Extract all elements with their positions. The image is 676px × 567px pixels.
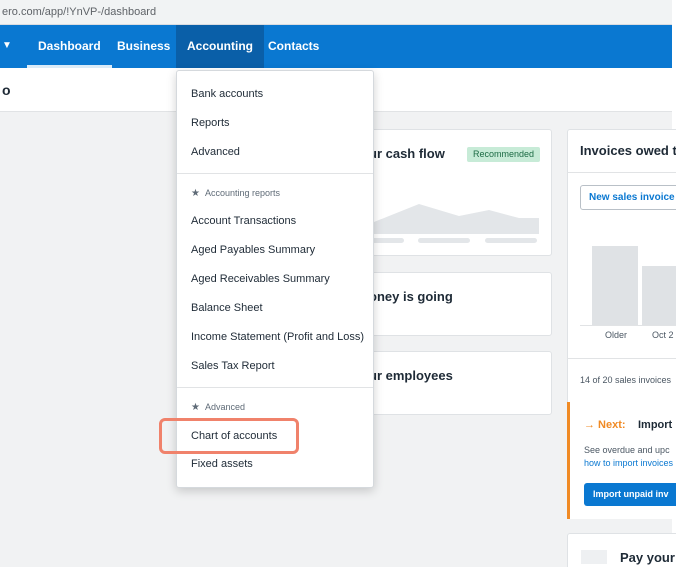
- menu-divider: [177, 387, 373, 388]
- star-icon[interactable]: ★: [191, 402, 201, 413]
- divider: [567, 358, 676, 359]
- placeholder-line: [485, 238, 537, 243]
- menu-item-account-transactions[interactable]: Account Transactions: [191, 215, 296, 227]
- url-text: ero.com/app/!YnVP-/dashboard: [2, 6, 157, 18]
- cash-flow-sparkline: [369, 204, 539, 234]
- menu-item-aged-receivables-summary[interactable]: Aged Receivables Summary: [191, 273, 330, 285]
- accounting-reports-label: Accounting reports: [205, 188, 281, 198]
- money-card-title: oney is going: [369, 289, 453, 304]
- pay-icon: [581, 550, 607, 564]
- placeholder-line: [418, 238, 470, 243]
- menu-item-reports[interactable]: Reports: [191, 117, 230, 129]
- chart-baseline: [580, 325, 676, 326]
- menu-item-sales-tax-report[interactable]: Sales Tax Report: [191, 360, 275, 372]
- nav-accounting[interactable]: Accounting: [176, 25, 264, 68]
- menu-item-fixed-assets[interactable]: Fixed assets: [191, 458, 253, 470]
- money-card[interactable]: [352, 272, 552, 336]
- next-description: See overdue and upc: [584, 445, 670, 455]
- chart-label-oct: Oct 2: [652, 330, 674, 340]
- advanced-header: ★ Advanced: [191, 402, 245, 413]
- chart-bar-oct[interactable]: [642, 266, 676, 325]
- next-title: Import: [638, 419, 673, 431]
- menu-item-income-statement[interactable]: Income Statement (Profit and Loss): [191, 331, 364, 343]
- advanced-header-label: Advanced: [205, 402, 246, 412]
- invoices-card-title: Invoices owed t: [580, 143, 676, 158]
- menu-item-advanced[interactable]: Advanced: [191, 146, 240, 158]
- star-icon[interactable]: ★: [191, 188, 201, 199]
- employees-card-title: ur employees: [369, 368, 453, 383]
- employees-card[interactable]: [352, 351, 552, 415]
- chevron-down-icon[interactable]: ▼: [2, 39, 16, 53]
- invoices-summary: 14 of 20 sales invoices: [580, 375, 672, 385]
- next-label: → Next:: [584, 419, 626, 431]
- browser-address-bar[interactable]: ero.com/app/!YnVP-/dashboard: [0, 0, 672, 25]
- import-invoices-link[interactable]: how to import invoices: [584, 458, 673, 468]
- nav-dashboard[interactable]: Dashboard: [27, 25, 112, 68]
- chart-of-accounts-highlight: [159, 418, 299, 454]
- pay-card-title: Pay your: [620, 550, 675, 565]
- divider: [567, 172, 676, 173]
- cash-flow-title: ur cash flow: [369, 146, 445, 161]
- import-unpaid-invoices-button[interactable]: Import unpaid inv: [584, 483, 676, 506]
- accounting-reports-header: ★ Accounting reports: [191, 188, 280, 199]
- organisation-name: o: [2, 82, 11, 98]
- recommended-badge: Recommended: [467, 147, 541, 162]
- next-step-panel: → Next: Import See overdue and upc how t…: [567, 402, 676, 519]
- menu-item-balance-sheet[interactable]: Balance Sheet: [191, 302, 263, 314]
- chart-label-older: Older: [605, 330, 628, 340]
- nav-contacts[interactable]: Contacts: [257, 25, 330, 68]
- menu-item-aged-payables-summary[interactable]: Aged Payables Summary: [191, 244, 315, 256]
- chart-bar-older[interactable]: [592, 246, 638, 325]
- top-navigation: ▼ Dashboard Business Accounting Contacts: [0, 25, 672, 68]
- new-sales-invoice-button[interactable]: New sales invoice: [580, 185, 676, 210]
- menu-item-bank-accounts[interactable]: Bank accounts: [191, 88, 263, 100]
- nav-business[interactable]: Business: [106, 25, 181, 68]
- menu-divider: [177, 173, 373, 174]
